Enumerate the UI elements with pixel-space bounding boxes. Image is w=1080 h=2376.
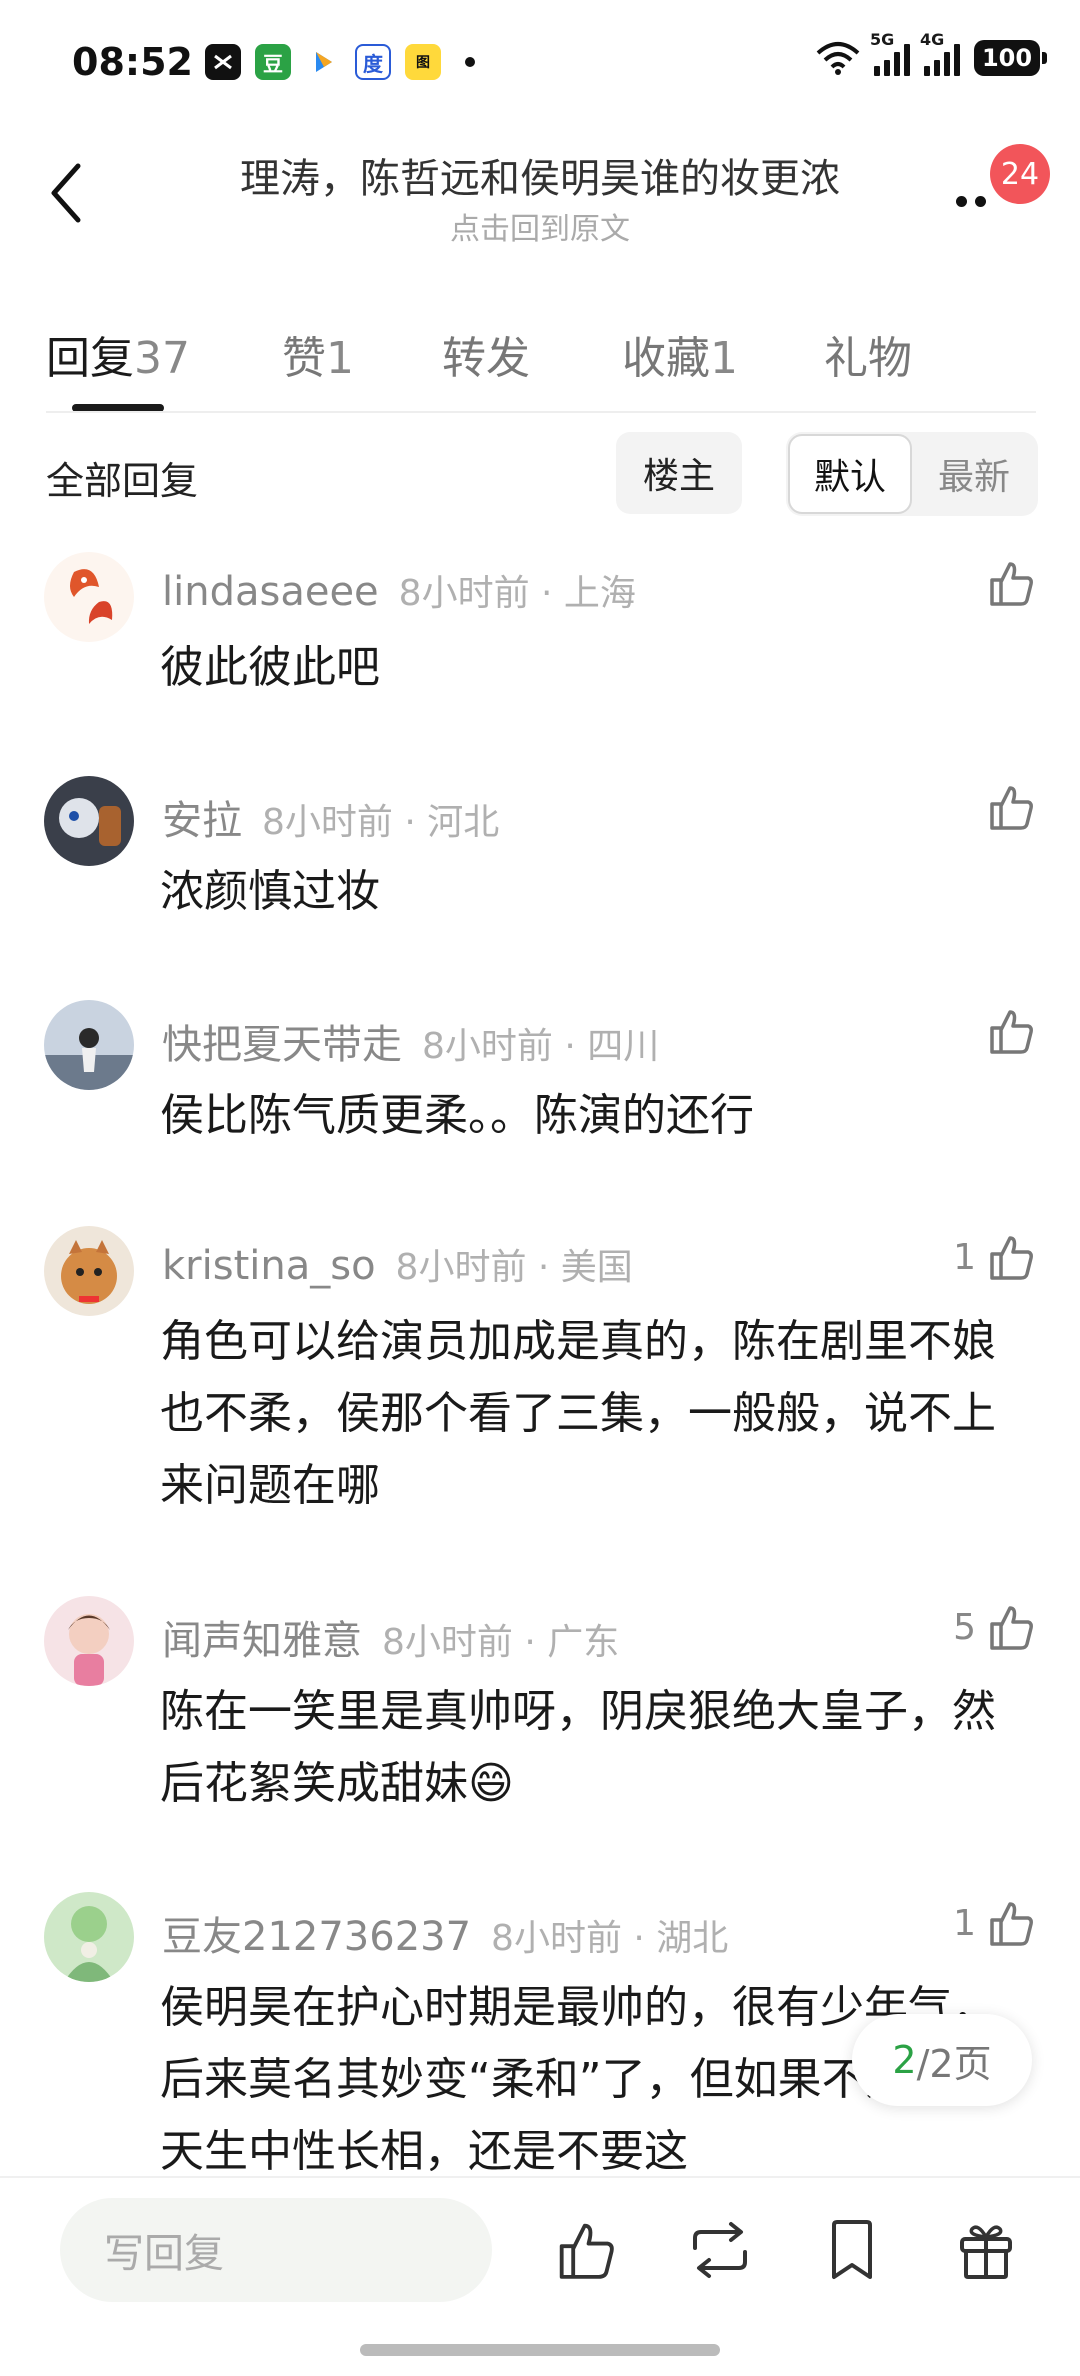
baidu-icon: 度 — [355, 44, 391, 80]
username[interactable]: 快把夏天带走 — [162, 1022, 402, 1068]
comment-meta: 闻声知雅意 8小时前 · 广东 — [162, 1608, 619, 1666]
comment-meta: kristina_so 8小时前 · 美国 — [162, 1238, 633, 1290]
username[interactable]: 豆友212736237 — [162, 1914, 471, 1960]
post-title[interactable]: 理涛，陈哲远和侯明昊谁的妆更浓 — [0, 146, 1080, 204]
comment-item: kristina_so 8小时前 · 美国 1 角色可以给演员加成是真的，陈在剧里… — [0, 1226, 1080, 1526]
like-post-button[interactable] — [550, 2214, 622, 2286]
battery-icon: 100 — [974, 40, 1047, 76]
comment-meta: 豆友212736237 8小时前 · 湖北 — [162, 1904, 728, 1962]
page-indicator[interactable]: 2/2页 — [852, 2014, 1032, 2106]
tab-reposts[interactable]: 转发 — [442, 322, 530, 386]
tab-likes[interactable]: 赞1 — [282, 322, 354, 386]
repost-button[interactable] — [684, 2214, 756, 2286]
status-bar: 08:52 豆 度 图 5G 4G 100 — [0, 0, 1080, 130]
username[interactable]: kristina_so — [162, 1243, 376, 1289]
comment-time-location: 8小时前 · 广东 — [382, 1622, 620, 1663]
bookmark-icon — [832, 2220, 872, 2279]
status-time: 08:52 — [72, 40, 193, 84]
status-app-icons: 豆 度 图 — [205, 44, 475, 80]
thumbs-up-icon — [990, 1236, 1033, 1280]
like-button[interactable] — [976, 558, 1036, 608]
avatar[interactable] — [44, 1596, 134, 1686]
sort-latest-option[interactable]: 最新 — [912, 432, 1036, 516]
like-button[interactable]: 5 — [953, 1602, 1036, 1652]
current-page: 2 — [892, 2038, 917, 2082]
more-dot — [956, 195, 967, 207]
like-button[interactable]: 1 — [953, 1232, 1036, 1282]
thumbs-up-icon — [990, 1010, 1033, 1054]
username[interactable]: lindasaeee — [162, 569, 379, 615]
gift-icon — [960, 2225, 1012, 2279]
comment-item: 快把夏天带走 8小时前 · 四川 侯比陈气质更柔。。陈演的还行 — [0, 1000, 1080, 1170]
avatar[interactable] — [44, 1000, 134, 1090]
more-button[interactable] — [946, 186, 996, 216]
comment-text: 陈在一笑里是真帅呀，阴戾狠绝大皇子，然后花絮笑成甜妹😄 — [160, 1686, 996, 1809]
back-to-original-link[interactable]: 点击回到原文 — [0, 204, 1080, 248]
notification-badge[interactable]: 24 — [990, 144, 1050, 204]
comment-item: 安拉 8小时前 · 河北 浓颜慎过妆 — [0, 776, 1080, 946]
comment-time-location: 8小时前 · 湖北 — [491, 1918, 729, 1959]
owner-only-chip[interactable]: 楼主 — [616, 432, 742, 514]
like-button[interactable] — [976, 1006, 1036, 1056]
comment-text: 浓颜慎过妆 — [160, 866, 380, 917]
like-count: 1 — [953, 1902, 976, 1944]
signal-4g-icon: 4G — [920, 30, 960, 76]
douban-icon: 豆 — [255, 44, 291, 80]
thumbs-up-icon — [990, 1606, 1033, 1650]
like-count: 5 — [953, 1606, 976, 1648]
comment-meta: lindasaeee 8小时前 · 上海 — [162, 564, 636, 616]
status-indicators: 5G 4G 100 — [816, 30, 1047, 76]
like-count: 1 — [953, 1236, 976, 1278]
username[interactable]: 闻声知雅意 — [162, 1618, 362, 1664]
bookmark-button[interactable] — [816, 2214, 888, 2286]
more-dot — [975, 195, 986, 207]
comment-item: lindasaeee 8小时前 · 上海 彼此彼此吧 — [0, 552, 1080, 722]
thumbs-up-icon — [559, 2223, 614, 2279]
comment-meta: 快把夏天带走 8小时前 · 四川 — [162, 1012, 659, 1070]
reply-filter-row: 全部回复 楼主 默认 最新 — [0, 430, 1080, 518]
post-header: 理涛，陈哲远和侯明昊谁的妆更浓 点击回到原文 24 — [0, 130, 1080, 260]
thumbs-up-icon — [990, 1902, 1033, 1946]
avatar[interactable] — [44, 776, 134, 866]
video-app-icon — [305, 44, 341, 80]
comment-text: 彼此彼此吧 — [160, 642, 380, 693]
comment-time-location: 8小时前 · 四川 — [422, 1026, 660, 1067]
comment-meta: 安拉 8小时前 · 河北 — [162, 788, 499, 846]
comment-time-location: 8小时前 · 美国 — [395, 1247, 633, 1288]
wifi-icon — [816, 42, 860, 75]
like-button[interactable] — [976, 782, 1036, 832]
map-app-icon: 图 — [405, 44, 441, 80]
repost-icon — [693, 2222, 747, 2278]
like-button[interactable]: 1 — [953, 1898, 1036, 1948]
capcut-icon — [205, 44, 241, 80]
comment-text: 角色可以给演员加成是真的，陈在剧里不娘也不柔，侯那个看了三集，一般般，说不上来问… — [160, 1316, 996, 1511]
reply-input[interactable]: 写回复 — [60, 2198, 492, 2302]
tab-bar: 回复37 赞1 转发 收藏1 礼物 — [0, 300, 1080, 412]
tab-gifts[interactable]: 礼物 — [824, 322, 912, 386]
comment-text: 侯比陈气质更柔。。陈演的还行 — [160, 1090, 754, 1141]
home-indicator[interactable] — [360, 2344, 720, 2356]
avatar[interactable] — [44, 1892, 134, 1982]
divider — [46, 411, 1036, 413]
thumbs-up-icon — [990, 786, 1033, 830]
tab-replies[interactable]: 回复37 — [46, 322, 190, 386]
sort-toggle: 默认 最新 — [786, 432, 1038, 516]
sort-default-option[interactable]: 默认 — [788, 434, 912, 514]
more-notifications-dot — [465, 57, 475, 67]
comment-time-location: 8小时前 · 河北 — [262, 802, 500, 843]
username[interactable]: 安拉 — [162, 798, 242, 844]
comment-time-location: 8小时前 · 上海 — [398, 573, 636, 614]
thumbs-up-icon — [990, 562, 1033, 606]
total-pages: /2页 — [916, 2041, 992, 2086]
avatar[interactable] — [44, 552, 134, 642]
tab-favorites[interactable]: 收藏1 — [622, 322, 738, 386]
signal-5g-icon: 5G — [870, 30, 910, 76]
avatar[interactable] — [44, 1226, 134, 1316]
gift-button[interactable] — [950, 2214, 1022, 2286]
comment-item: 闻声知雅意 8小时前 · 广东 5 陈在一笑里是真帅呀，阴戾狠绝大皇子，然后花絮笑… — [0, 1596, 1080, 1826]
all-replies-label: 全部回复 — [46, 459, 199, 503]
